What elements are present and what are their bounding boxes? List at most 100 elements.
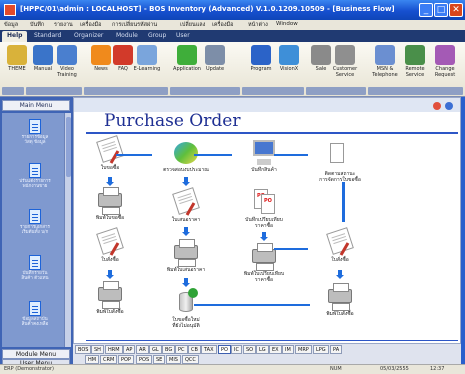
visionx-label: VisionX	[279, 66, 299, 72]
title-bar: [HPPC/01\admin : LOCALHOST] - BOS Invent…	[0, 0, 465, 20]
menu-item-window-th[interactable]: หน้าต่าง	[248, 21, 268, 29]
tab-standard[interactable]: Standard	[34, 32, 61, 39]
menu-item-tools-2[interactable]: เครื่องมือ	[212, 21, 233, 29]
node-order[interactable]: ใบสั่งซื้อ	[80, 227, 140, 263]
panel-close-icon[interactable]	[433, 102, 441, 110]
msn-icon	[375, 45, 395, 65]
module-tab-gl[interactable]: GL	[149, 345, 162, 354]
main-menu-header[interactable]: Main Menu	[2, 100, 70, 111]
node-label: ใบสั่งซื้อ	[101, 257, 119, 263]
node-print-order[interactable]: พิมพ์ใบสั่งซื้อ	[80, 280, 140, 315]
module-tab-so[interactable]: SO	[243, 345, 257, 354]
module-tab-sh[interactable]: SH	[91, 345, 104, 354]
node-print-requisition[interactable]: พิมพ์ใบขอซื้อ	[80, 186, 140, 221]
module-tab-ar[interactable]: AR	[136, 345, 149, 354]
customer-service-button[interactable]: Customer Service	[330, 45, 360, 78]
visionx-button[interactable]: VisionX	[274, 45, 304, 72]
sidebar-item-3[interactable]: รายการเอกสาร เริ่มต้นทั้ง บ/ก	[8, 209, 62, 235]
close-button[interactable]: ✕	[449, 3, 463, 17]
main-menu-list: รายการข้อมูล วัสดุ ข้อมูล ปรับแต่งรายการพ…	[2, 113, 64, 347]
module-tab-bg[interactable]: BG	[162, 345, 176, 354]
menu-item-window[interactable]: Window	[276, 21, 298, 27]
module-tab-pop[interactable]: POP	[118, 355, 134, 364]
video-icon	[57, 45, 77, 65]
menu-item-report[interactable]: รายงาน	[54, 21, 73, 29]
menu-item-password[interactable]: การเปลี่ยนรหัสผ่าน	[112, 21, 157, 29]
printer-icon	[93, 280, 127, 309]
video-training-button[interactable]: Video Training	[52, 45, 82, 78]
tab-help[interactable]: Help	[2, 31, 28, 42]
sidebar-item-1[interactable]: รายการข้อมูล วัสดุ ข้อมูล	[8, 119, 62, 145]
menu-item-data[interactable]: ข้อมูล	[4, 21, 18, 29]
sidebar-item-4[interactable]: บันทึกรายวัน สินค้า ตัวแทน	[8, 255, 62, 281]
module-tab-hm[interactable]: HM	[85, 355, 100, 364]
video-training-line-2: Training	[57, 72, 77, 78]
msn-telephone-button[interactable]: MSN & Telephone	[370, 45, 400, 78]
node-goods-status[interactable]: ติดตามสถานะ การจัดการใบขอซื้อ	[310, 142, 370, 183]
flow-arrow-down	[336, 270, 344, 279]
node-label: ใบสั่งซื้อ	[331, 257, 349, 263]
menu-item-record[interactable]: บันทึก	[30, 21, 44, 29]
elearning-button[interactable]: E-Learning	[132, 45, 162, 72]
program-button[interactable]: Program	[246, 45, 276, 72]
sidebar-item-2-label: ปรับแต่งรายการ พนักงานขาย	[8, 179, 62, 189]
update-button[interactable]: Update	[200, 45, 230, 72]
module-tab-crm[interactable]: CRM	[100, 355, 118, 364]
msn-telephone-line-2: Telephone	[372, 72, 398, 78]
remote-service-button[interactable]: Remote Service	[400, 45, 430, 78]
change-request-button[interactable]: Change Request	[430, 45, 460, 78]
tab-module[interactable]: Module	[116, 32, 138, 39]
module-tab-pc[interactable]: PC	[175, 345, 188, 354]
menu-item-tools[interactable]: เครื่องมือ	[80, 21, 101, 29]
module-tab-bos[interactable]: BOS	[75, 345, 92, 354]
menu-item-language[interactable]: เปลี่ยนแลง	[180, 21, 205, 29]
module-tab-se[interactable]: SE	[153, 355, 166, 364]
tab-user[interactable]: User	[176, 32, 190, 39]
module-tab-tax[interactable]: TAX	[201, 345, 217, 354]
paper-pen-icon	[93, 135, 127, 164]
module-tab-pos[interactable]: POS	[136, 355, 153, 364]
tab-group[interactable]: Group	[148, 32, 166, 39]
node-label: ใบขอซื้อ	[100, 165, 120, 171]
module-tab-im[interactable]: IM	[282, 345, 294, 354]
minimize-button[interactable]: _	[419, 3, 433, 17]
sidebar-item-4-line-2: สินค้า ตัวแทน	[21, 276, 49, 281]
module-menu-button[interactable]: Module Menu	[2, 349, 70, 359]
bottom-rule	[86, 340, 458, 341]
node-supplier-db[interactable]: ใบขอซื้อใหม่ ที่ยังไม่อนุมัติ	[156, 288, 216, 329]
module-tab-mis[interactable]: MIS	[166, 355, 181, 364]
sale-icon	[311, 45, 331, 65]
module-tab-ap[interactable]: AP	[123, 345, 136, 354]
module-tab-lpg[interactable]: LPG	[313, 345, 329, 354]
sidebar-item-3-line-2: เริ่มต้นทั้ง บ/ก	[21, 230, 49, 235]
tab-organizer[interactable]: Organizer	[74, 32, 103, 39]
module-tab-pa[interactable]: PA	[330, 345, 343, 354]
module-tab-hrm[interactable]: HRM	[105, 345, 123, 354]
maximize-button[interactable]: □	[434, 3, 448, 17]
node-print-quotation[interactable]: พิมพ์ใบเสนอราคา	[156, 238, 216, 273]
application-button[interactable]: Application	[172, 45, 202, 72]
panel-info-icon[interactable]	[445, 102, 453, 110]
module-tab-cb[interactable]: CB	[188, 345, 201, 354]
module-tab-ic[interactable]: IC	[231, 345, 242, 354]
module-tabs: BOS SH HRM AP AR GL BG PC CB TAX PO IC S…	[73, 344, 461, 364]
video-training-label: Video Training	[52, 66, 82, 78]
module-tab-ex[interactable]: EX	[269, 345, 282, 354]
sidebar-item-5[interactable]: ข้อมูลสถาบัน สินค้าคงเหลือ	[8, 301, 62, 327]
module-tab-lg[interactable]: LG	[256, 345, 269, 354]
module-tab-po[interactable]: PO	[218, 345, 231, 354]
node-purchase[interactable]: ใบสั่งซื้อ	[310, 227, 370, 263]
node-quotation[interactable]: ใบเสนอราคา	[156, 187, 216, 223]
flow-arrow-down	[106, 177, 114, 186]
module-tab-mrp[interactable]: MRP	[295, 345, 312, 354]
node-print-purchase[interactable]: พิมพ์ใบสั่งซื้อ	[310, 282, 370, 317]
module-tab-qcc[interactable]: QCC	[182, 355, 199, 364]
ribbon-group-bar	[170, 87, 240, 95]
sidebar-item-2[interactable]: ปรับแต่งรายการ พนักงานขาย	[8, 163, 62, 189]
menu-bar: ข้อมูล บันทึก รายงาน เครื่องมือ การเปลี่…	[0, 20, 465, 30]
scrollbar-thumb[interactable]	[66, 117, 71, 177]
sidebar-item-5-line-2: สินค้าคงเหลือ	[21, 322, 49, 327]
node-compare-price[interactable]: บันทึกเปรียบเทียบราคาซื้อ	[234, 188, 294, 229]
document-icon	[29, 163, 41, 178]
sidebar-scrollbar[interactable]	[64, 113, 71, 347]
